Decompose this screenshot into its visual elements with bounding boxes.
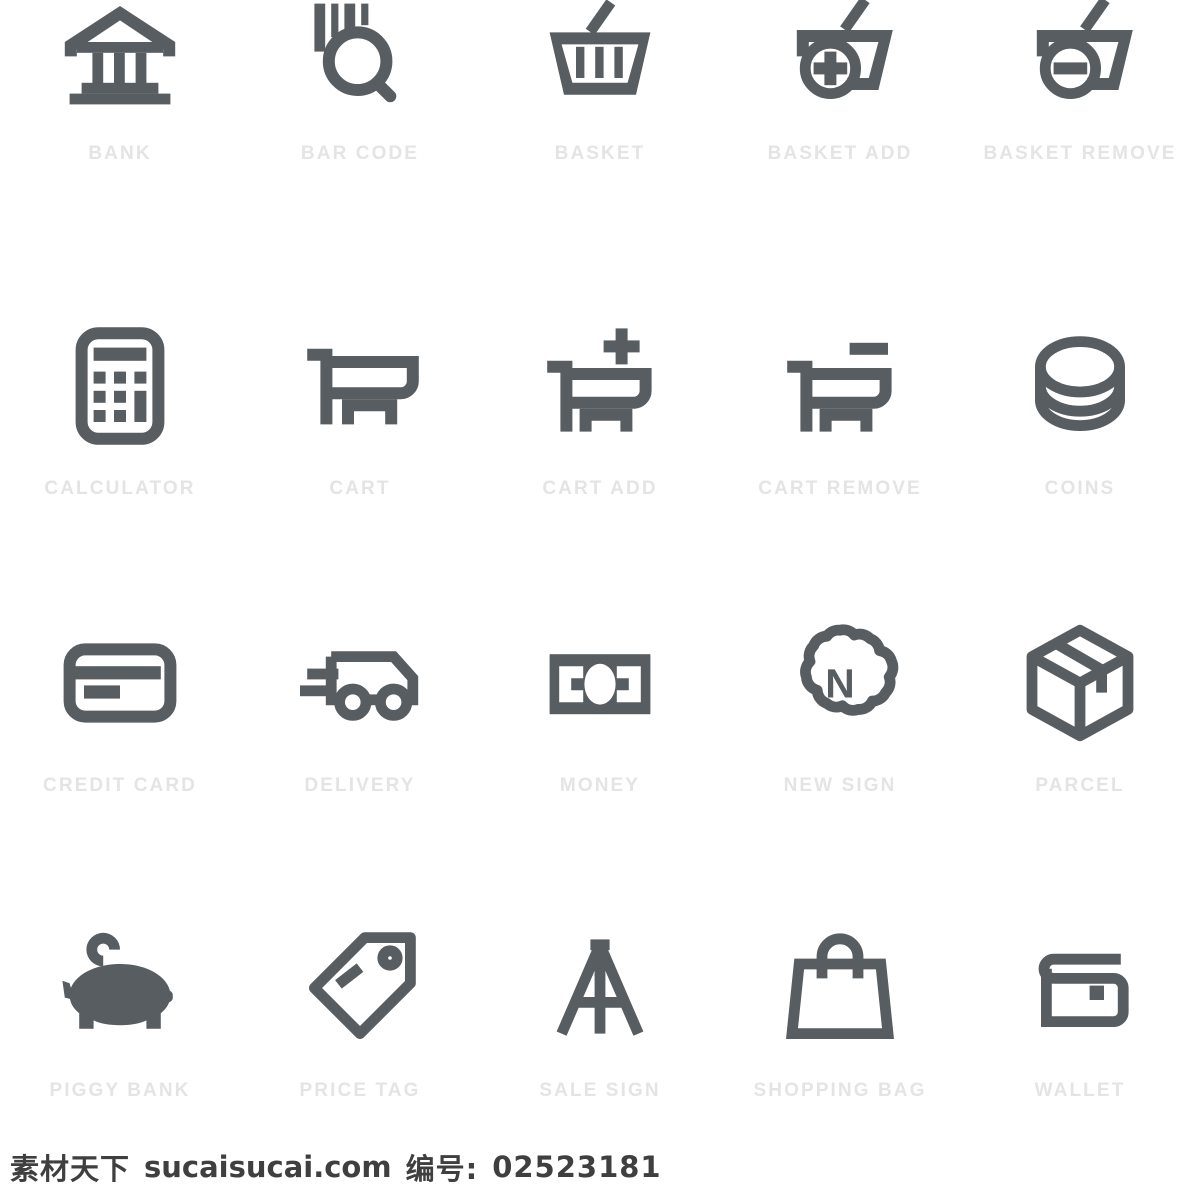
icon-sheet: BANK BAR CODE BASKET BASKET ADD BASKET R… bbox=[0, 0, 1200, 1200]
icon-cell-bar-code[interactable]: BAR CODE bbox=[240, 0, 480, 300]
icon-label: PRICE TAG bbox=[299, 1080, 421, 1101]
icon-label: NEW SIGN bbox=[783, 775, 897, 796]
piggy-bank-icon bbox=[60, 928, 180, 1048]
icon-cell-price-tag[interactable]: PRICE TAG bbox=[240, 900, 480, 1200]
money-icon bbox=[540, 623, 660, 743]
icon-label: BASKET bbox=[554, 143, 646, 164]
icon-cell-shopping-bag[interactable]: SHOPPING BAG bbox=[720, 900, 960, 1200]
icon-cell-basket-remove[interactable]: BASKET REMOVE bbox=[960, 0, 1200, 300]
icon-cell-money[interactable]: MONEY bbox=[480, 600, 720, 900]
icon-label: SALE SIGN bbox=[539, 1080, 661, 1101]
new-sign-icon: N bbox=[780, 623, 900, 743]
icon-cell-coins[interactable]: COINS bbox=[960, 300, 1200, 600]
icon-cell-cart-remove[interactable]: CART REMOVE bbox=[720, 300, 960, 600]
cart-add-icon bbox=[540, 326, 660, 446]
basket-icon bbox=[540, 0, 660, 114]
parcel-icon bbox=[1020, 623, 1140, 743]
basket-remove-icon bbox=[1020, 0, 1140, 114]
icon-label: BASKET ADD bbox=[767, 143, 913, 164]
icon-label: PIGGY BANK bbox=[49, 1080, 191, 1101]
icon-cell-new-sign[interactable]: N NEW SIGN bbox=[720, 600, 960, 900]
icon-cell-sale-sign[interactable]: SALE SIGN bbox=[480, 900, 720, 1200]
sale-sign-icon bbox=[540, 928, 660, 1048]
icon-label: DELIVERY bbox=[304, 775, 416, 796]
icon-cell-bank[interactable]: BANK bbox=[0, 0, 240, 300]
icon-label: MONEY bbox=[559, 775, 641, 796]
icon-cell-cart-add[interactable]: CART ADD bbox=[480, 300, 720, 600]
icon-cell-basket[interactable]: BASKET bbox=[480, 0, 720, 300]
icon-label: CART REMOVE bbox=[758, 478, 922, 499]
icon-cell-delivery[interactable]: DELIVERY bbox=[240, 600, 480, 900]
calculator-icon bbox=[60, 326, 180, 446]
bar-code-icon bbox=[300, 0, 420, 114]
price-tag-icon bbox=[300, 928, 420, 1048]
icon-cell-parcel[interactable]: PARCEL bbox=[960, 600, 1200, 900]
icon-label: PARCEL bbox=[1035, 775, 1125, 796]
icon-label: CART bbox=[329, 478, 391, 499]
credit-card-icon bbox=[60, 623, 180, 743]
icon-label: SHOPPING BAG bbox=[753, 1080, 927, 1101]
icon-label: WALLET bbox=[1034, 1080, 1126, 1101]
icon-cell-calculator[interactable]: CALCULATOR bbox=[0, 300, 240, 600]
icon-label: CALCULATOR bbox=[44, 478, 196, 499]
shopping-bag-icon bbox=[780, 928, 900, 1048]
cart-icon bbox=[300, 326, 420, 446]
wallet-icon bbox=[1020, 928, 1140, 1048]
icon-label: CART ADD bbox=[542, 478, 658, 499]
basket-add-icon bbox=[780, 0, 900, 114]
icon-cell-credit-card[interactable]: CREDIT CARD bbox=[0, 600, 240, 900]
coins-icon bbox=[1020, 326, 1140, 446]
icon-label: BANK bbox=[88, 143, 152, 164]
icon-cell-basket-add[interactable]: BASKET ADD bbox=[720, 0, 960, 300]
icon-cell-cart[interactable]: CART bbox=[240, 300, 480, 600]
icon-cell-wallet[interactable]: WALLET bbox=[960, 900, 1200, 1200]
icon-grid: BANK BAR CODE BASKET BASKET ADD BASKET R… bbox=[0, 0, 1200, 1200]
bank-icon bbox=[60, 0, 180, 114]
new-sign-letter: N bbox=[825, 660, 854, 706]
icon-label: BAR CODE bbox=[300, 143, 420, 164]
delivery-icon bbox=[300, 623, 420, 743]
icon-cell-piggy-bank[interactable]: PIGGY BANK bbox=[0, 900, 240, 1200]
icon-label: COINS bbox=[1044, 478, 1116, 499]
icon-label: CREDIT CARD bbox=[43, 775, 197, 796]
icon-label: BASKET REMOVE bbox=[983, 143, 1177, 164]
cart-remove-icon bbox=[780, 326, 900, 446]
